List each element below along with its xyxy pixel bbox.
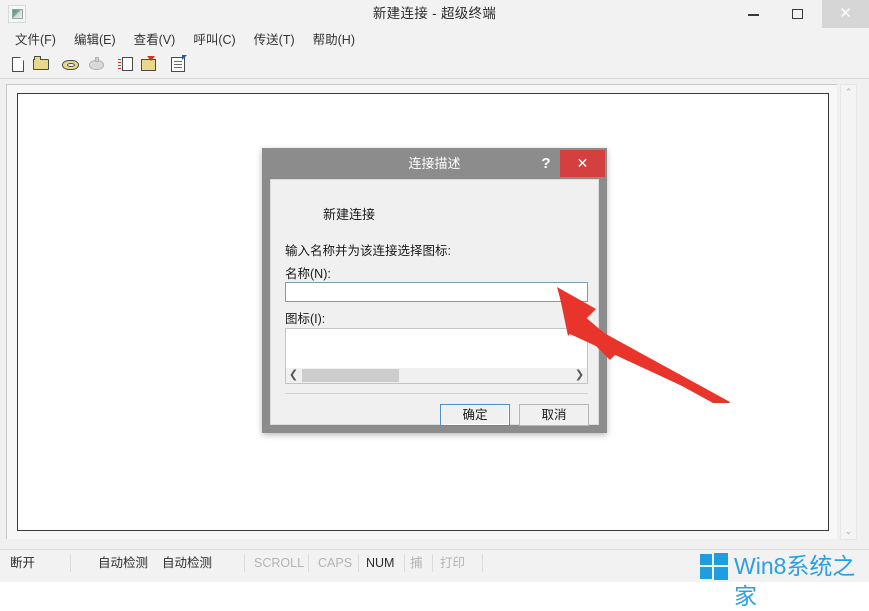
minimize-icon — [748, 14, 760, 16]
help-button[interactable]: ? — [533, 148, 559, 179]
maximize-icon — [791, 9, 803, 19]
properties-button[interactable] — [170, 55, 188, 74]
toolbar — [0, 52, 869, 79]
close-icon: ✕ — [839, 5, 852, 22]
menu-item-call[interactable]: 呼叫(C) — [184, 28, 244, 52]
ok-button[interactable]: 确定 — [440, 404, 510, 426]
status-connection: 断开 — [10, 556, 36, 570]
name-input-field[interactable] — [285, 282, 588, 302]
icon-list-horizontal-scrollbar[interactable]: ❮ ❯ — [286, 368, 587, 383]
dial-button[interactable] — [62, 56, 80, 74]
scroll-down-icon[interactable]: ⌄ — [841, 524, 856, 539]
dialog-heading: 新建连接 — [323, 207, 376, 222]
window-controls: ✕ — [733, 0, 869, 28]
cancel-button[interactable]: 取消 — [519, 404, 589, 426]
maximize-button[interactable] — [778, 0, 819, 28]
open-button[interactable] — [33, 56, 51, 74]
dialog-body: 新建连接 输入名称并为该连接选择图标: 名称(N): 图标(I): ❮ ❯ 确定… — [270, 179, 599, 426]
status-scroll: SCROLL — [254, 556, 305, 570]
status-num: NUM — [366, 556, 395, 570]
dialog-title-bar: 连接描述 ? ✕ — [262, 148, 607, 179]
hangup-button[interactable] — [88, 56, 106, 74]
scroll-left-icon[interactable]: ❮ — [286, 368, 301, 383]
scroll-right-icon[interactable]: ❯ — [572, 368, 587, 383]
close-button[interactable]: ✕ — [822, 0, 869, 28]
menu-item-help[interactable]: 帮助(H) — [304, 28, 364, 52]
status-detect-1: 自动检测 — [98, 556, 149, 570]
connection-description-dialog: 连接描述 ? ✕ 新建连接 输入名称并为该连接选择图标: 名称(N): 图标(I… — [262, 148, 607, 433]
send-file-button[interactable] — [118, 56, 136, 74]
windows-logo-icon — [700, 554, 712, 565]
dial-phone-icon — [62, 60, 79, 70]
menu-bar: 文件(F) 编辑(E) 查看(V) 呼叫(C) 传送(T) 帮助(H) — [0, 28, 869, 53]
hyperterminal-window: 新建连接 - 超级终端 ✕ 文件(F) 编辑(E) 查看(V) 呼叫(C) 传送(T) 帮… — [0, 0, 869, 609]
properties-icon — [171, 55, 187, 72]
dialog-description: 输入名称并为该连接选择图标: — [285, 244, 451, 258]
menu-item-transfer[interactable]: 传送(T) — [245, 28, 304, 52]
status-print: 打印 — [440, 556, 466, 570]
name-label: 名称(N): — [285, 267, 331, 281]
scrollbar-thumb[interactable] — [302, 369, 399, 382]
send-file-icon — [118, 57, 133, 71]
menu-item-file[interactable]: 文件(F) — [6, 28, 65, 52]
watermark-logo: Win8系统之家 — [700, 551, 865, 609]
hangup-icon — [89, 57, 104, 70]
status-caps: CAPS — [318, 556, 353, 570]
menu-item-view[interactable]: 查看(V) — [125, 28, 185, 52]
new-connection-icon — [12, 57, 24, 72]
receive-file-icon — [141, 56, 156, 71]
status-capture: 捕 — [410, 556, 423, 570]
receive-file-button[interactable] — [140, 56, 158, 74]
terminal-vertical-scrollbar[interactable]: ⌃ ⌄ — [840, 84, 857, 540]
icon-list-box[interactable]: ❮ ❯ — [285, 328, 588, 384]
dialog-close-button[interactable]: ✕ — [560, 150, 605, 177]
dialog-separator — [285, 393, 588, 394]
scroll-up-icon[interactable]: ⌃ — [841, 85, 856, 100]
status-detect-2: 自动检测 — [162, 556, 213, 570]
new-connection-button[interactable] — [10, 56, 28, 74]
menu-item-edit[interactable]: 编辑(E) — [65, 28, 125, 52]
icon-label: 图标(I): — [285, 312, 326, 326]
minimize-button[interactable] — [733, 0, 774, 28]
open-folder-icon — [33, 56, 49, 70]
title-bar: 新建连接 - 超级终端 ✕ — [0, 0, 869, 29]
watermark-text: Win8系统之家 — [734, 553, 856, 609]
